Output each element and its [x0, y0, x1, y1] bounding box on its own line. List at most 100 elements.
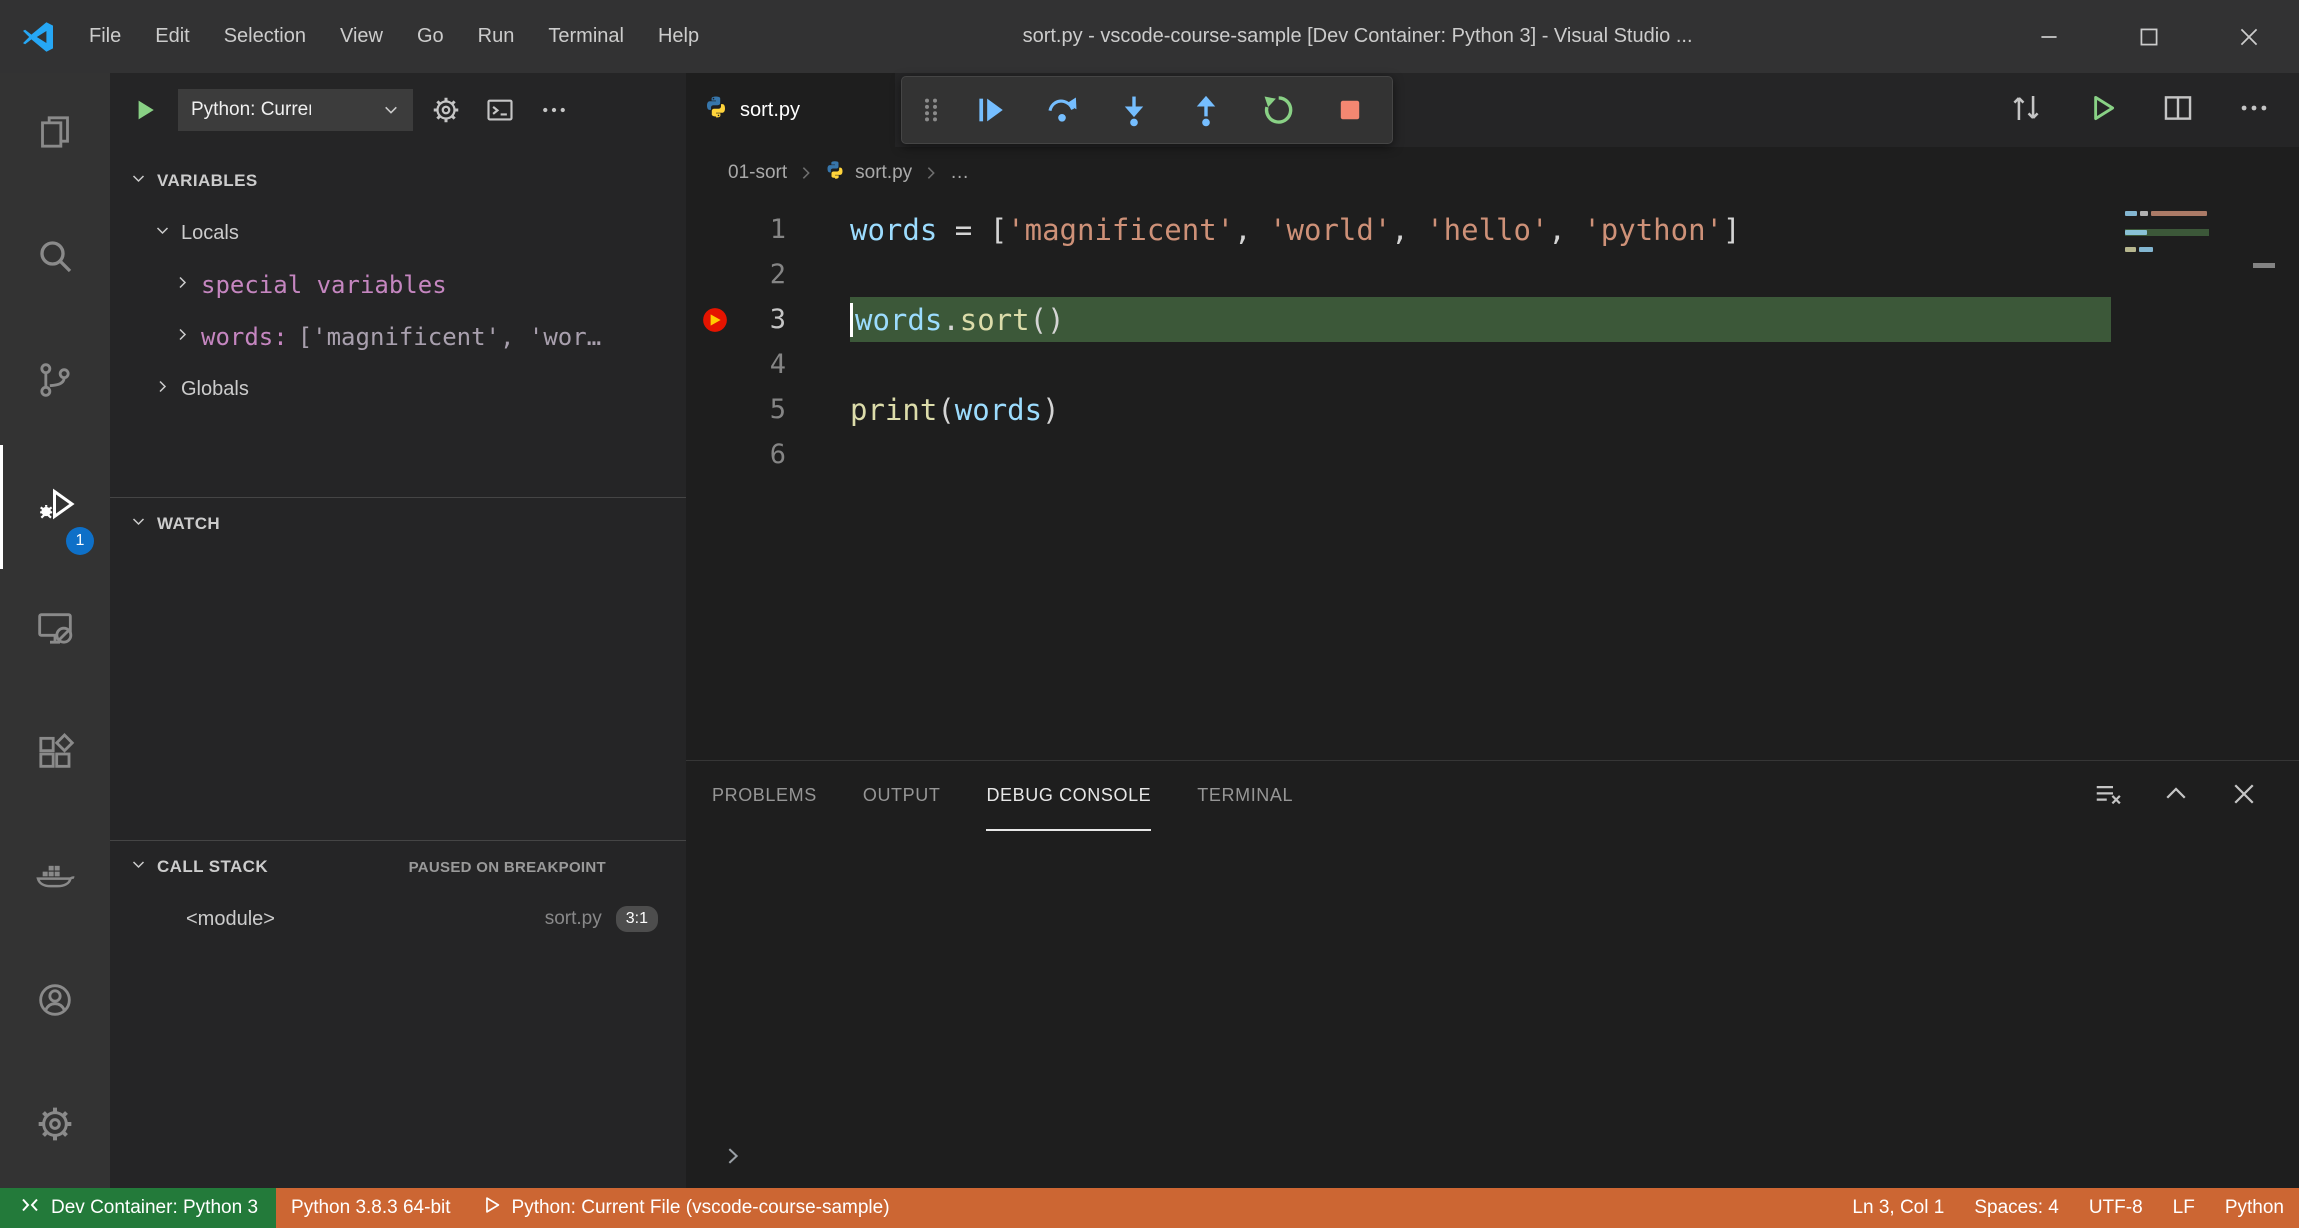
words-variable-row[interactable]: words: ['magnificent', 'wor… — [110, 311, 686, 363]
menu-terminal[interactable]: Terminal — [531, 0, 641, 73]
debug-console-input[interactable] — [686, 1128, 2299, 1188]
code-editor[interactable]: 1 words = ['magnificent', 'world', 'hello… — [686, 199, 2299, 760]
sidebar-item-search[interactable] — [0, 197, 110, 321]
code-line-content[interactable] — [850, 432, 2111, 477]
tab-problems[interactable]: PROBLEMS — [712, 761, 817, 831]
debug-sidebar-header: Python: Current File — [110, 73, 686, 147]
sidebar-item-run-and-debug[interactable]: 1 — [0, 444, 110, 569]
call-stack-header-label: CALL STACK — [157, 857, 269, 876]
split-editor-icon[interactable] — [2161, 91, 2195, 130]
line-number[interactable]: 3 — [686, 304, 786, 335]
code-line-content[interactable]: words = ['magnificent', 'world', 'hello'… — [850, 207, 2111, 252]
breadcrumb-folder[interactable]: 01-sort — [728, 162, 787, 184]
line-number[interactable]: 4 — [686, 349, 786, 380]
close-window-button[interactable] — [2199, 0, 2299, 73]
start-debug-button[interactable] — [124, 89, 166, 131]
code-line-content[interactable]: words. sort() — [850, 297, 2111, 342]
stop-button[interactable] — [1314, 77, 1386, 143]
more-actions-icon[interactable] — [533, 89, 575, 131]
call-stack-section-header[interactable]: CALL STACK PAUSED ON BREAKPOINT — [110, 841, 686, 893]
menu-file[interactable]: File — [72, 0, 138, 73]
watch-section-header[interactable]: WATCH — [110, 498, 686, 550]
menu-view[interactable]: View — [323, 0, 400, 73]
step-into-button[interactable] — [1098, 77, 1170, 143]
locals-row[interactable]: Locals — [110, 207, 686, 259]
locals-label: Locals — [181, 221, 239, 244]
encoding-status[interactable]: UTF-8 — [2074, 1188, 2158, 1228]
tab-output[interactable]: OUTPUT — [863, 761, 941, 831]
tab-sort-py[interactable]: sort.py — [686, 73, 895, 147]
sidebar-item-remote-explorer[interactable] — [0, 569, 110, 693]
run-python-file-icon[interactable] — [2085, 91, 2119, 130]
code-line-6[interactable]: 6 — [686, 432, 2299, 477]
debug-console-output[interactable] — [686, 831, 2299, 1128]
language-mode-status[interactable]: Python — [2210, 1188, 2299, 1228]
more-actions-icon[interactable] — [2237, 91, 2271, 130]
chevron-right-icon — [922, 164, 940, 182]
settings-button[interactable] — [0, 1064, 110, 1188]
breadcrumb-file[interactable]: sort.py — [855, 162, 912, 184]
code-line-3[interactable]: 3 words. sort() — [686, 297, 2299, 342]
code-line-content[interactable] — [850, 342, 2111, 387]
open-changes-icon[interactable] — [2009, 91, 2043, 130]
step-out-button[interactable] — [1170, 77, 1242, 143]
bottom-panel: PROBLEMS OUTPUT DEBUG CONSOLE TERMINAL — [686, 760, 2299, 1188]
code-line-2[interactable]: 2 — [686, 252, 2299, 297]
code-line-content[interactable]: print(words) — [850, 387, 2111, 432]
accounts-button[interactable] — [0, 940, 110, 1064]
debug-badge: 1 — [66, 526, 94, 555]
line-number[interactable]: 6 — [686, 439, 786, 470]
debug-config-dropdown[interactable]: Python: Current File — [178, 89, 413, 131]
variables-section-header[interactable]: VARIABLES — [110, 155, 686, 207]
menu-run[interactable]: Run — [461, 0, 532, 73]
minimap[interactable] — [2117, 199, 2217, 760]
restart-button[interactable] — [1242, 77, 1314, 143]
globals-row[interactable]: Globals — [110, 363, 686, 415]
minimize-button[interactable] — [1999, 0, 2099, 73]
menu-go[interactable]: Go — [400, 0, 461, 73]
special-variables-row[interactable]: special variables — [110, 259, 686, 311]
python-interpreter-status[interactable]: Python 3.8.3 64-bit — [276, 1188, 466, 1228]
eol-status[interactable]: LF — [2158, 1188, 2210, 1228]
tab-terminal[interactable]: TERMINAL — [1197, 761, 1293, 831]
console-prompt-icon — [722, 1145, 744, 1172]
code-token: = [ — [937, 212, 1008, 247]
maximize-panel-icon[interactable] — [2161, 779, 2191, 814]
code-line-content[interactable] — [850, 252, 2111, 297]
python-version-label: Python 3.8.3 64-bit — [291, 1197, 451, 1218]
overview-ruler-mark — [2253, 263, 2275, 268]
maximize-button[interactable] — [2099, 0, 2199, 73]
breadcrumb: 01-sort sort.py … — [686, 147, 2299, 199]
line-number[interactable]: 2 — [686, 259, 786, 290]
step-over-button[interactable] — [1026, 77, 1098, 143]
sidebar-item-explorer[interactable] — [0, 73, 110, 197]
line-number[interactable]: 1 — [686, 214, 786, 245]
sidebar-item-docker[interactable] — [0, 816, 110, 940]
debug-config-status[interactable]: Python: Current File (vscode-course-samp… — [466, 1188, 905, 1228]
open-debug-console-icon[interactable] — [479, 89, 521, 131]
code-token: , — [1391, 212, 1427, 247]
paused-on-breakpoint-status: PAUSED ON BREAKPOINT — [408, 858, 606, 876]
continue-button[interactable] — [954, 77, 1026, 143]
code-line-5[interactable]: 5 print(words) — [686, 387, 2299, 432]
code-line-4[interactable]: 4 — [686, 342, 2299, 387]
open-launch-config-gear-icon[interactable] — [425, 89, 467, 131]
line-number[interactable]: 5 — [686, 394, 786, 425]
code-line-1[interactable]: 1 words = ['magnificent', 'world', 'hello… — [686, 207, 2299, 252]
menu-selection[interactable]: Selection — [207, 0, 323, 73]
menu-help[interactable]: Help — [641, 0, 716, 73]
close-panel-icon[interactable] — [2229, 779, 2259, 814]
stack-frame-name: <module> — [186, 907, 275, 930]
stack-frame-row[interactable]: <module> sort.py 3:1 — [110, 893, 686, 945]
clear-console-icon[interactable] — [2093, 779, 2123, 814]
indentation-status[interactable]: Spaces: 4 — [1959, 1188, 2074, 1228]
menu-edit[interactable]: Edit — [138, 0, 206, 73]
code-token: words — [954, 392, 1043, 427]
sidebar-item-extensions[interactable] — [0, 692, 110, 816]
cursor-position-status[interactable]: Ln 3, Col 1 — [1837, 1188, 1959, 1228]
remote-indicator[interactable]: Dev Container: Python 3 — [0, 1188, 277, 1228]
tab-debug-console[interactable]: DEBUG CONSOLE — [986, 761, 1152, 831]
breadcrumb-more[interactable]: … — [950, 162, 969, 184]
sidebar-item-source-control[interactable] — [0, 321, 110, 445]
gripper-icon[interactable] — [908, 77, 954, 143]
